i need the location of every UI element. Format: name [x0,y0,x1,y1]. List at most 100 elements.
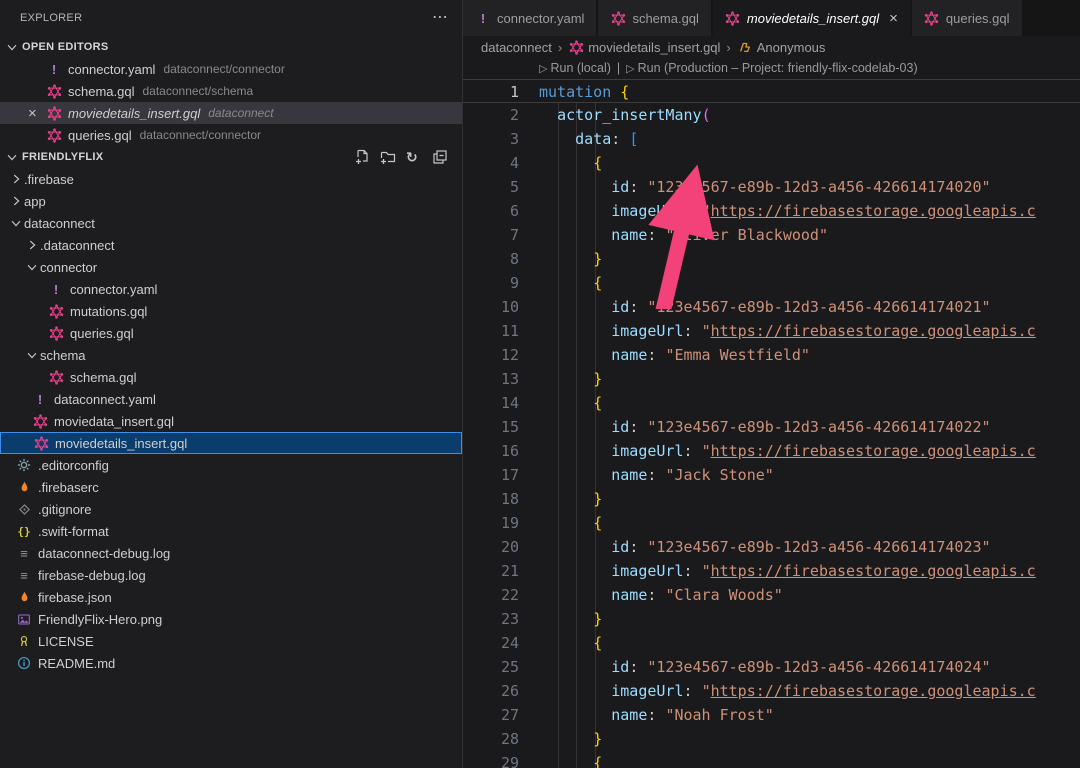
code-link[interactable]: https://firebasestorage.googleapis.c [711,322,1036,340]
tree-item[interactable]: FriendlyFlix-Hero.png [0,608,462,630]
tree-item-label: .dataconnect [40,238,114,253]
code-token [539,298,611,316]
new-file-icon[interactable] [354,149,370,165]
tree-item[interactable]: app [0,190,462,212]
tree-item[interactable]: schema [0,344,462,366]
tree-item[interactable]: .editorconfig [0,454,462,476]
tree-item[interactable]: schema.gql [0,366,462,388]
yaml-warning-icon: ! [46,61,62,77]
tab-moviedetails_insert.gql[interactable]: moviedetails_insert.gql× [713,0,912,36]
tree-item[interactable]: dataconnect [0,212,462,234]
tree-item-label: .swift-format [38,524,109,539]
close-icon[interactable]: × [889,10,898,27]
breadcrumb-separator: › [726,40,730,55]
code-token: } [593,610,602,628]
open-editor-item[interactable]: queries.gqldataconnect/connector [0,124,462,146]
code-token: " [702,202,711,220]
code-token: { [593,274,602,292]
tree-item-label: .firebase [24,172,74,187]
tree-item[interactable]: ≡dataconnect-debug.log [0,542,462,564]
code-token: id [611,538,629,556]
tab-schema.gql[interactable]: schema.gql [598,0,712,36]
tree-item[interactable]: mutations.gql [0,300,462,322]
tree-item-label: moviedetails_insert.gql [55,436,187,451]
tree-item[interactable]: .firebase [0,168,462,190]
code-editor[interactable]: ▷Run (local)|▷Run (Production – Project:… [463,58,1080,768]
workspace-header[interactable]: FRIENDLYFLIX ↻ [0,146,462,168]
code-link[interactable]: https://firebasestorage.googleapis.c [711,442,1036,460]
code-line-16: 16 imageUrl: "https://firebasestorage.go… [463,439,1080,463]
code-line-9: 9 { [463,271,1080,295]
open-editor-item[interactable]: !connector.yamldataconnect/connector [0,58,462,80]
collapse-all-icon[interactable] [432,149,448,165]
tree-item[interactable]: {}.swift-format [0,520,462,542]
codelens-label: Run (Production – Project: friendly-flix… [638,61,918,75]
code-token [539,250,593,268]
chevron-down-icon [8,215,24,231]
flame-icon [16,479,32,495]
gql-icon [48,325,64,341]
code-line-29: 29 { [463,751,1080,768]
tree-item[interactable]: ≡firebase-debug.log [0,564,462,586]
code-token: } [593,730,602,748]
open-editor-label: moviedetails_insert.gql [68,106,200,121]
tree-item[interactable]: moviedetails_insert.gql [0,432,462,454]
line-number: 8 [463,247,519,271]
line-text: imageUrl: "https://firebasestorage.googl… [519,439,1036,463]
code-token [539,658,611,676]
breadcrumb-item[interactable]: moviedetails_insert.gql [568,39,720,55]
code-line-8: 8 } [463,247,1080,271]
open-editors-header[interactable]: OPEN EDITORS [0,36,462,58]
breadcrumb-item[interactable]: dataconnect [481,40,552,55]
codelens-row: ▷Run (local)|▷Run (Production – Project:… [463,58,1080,79]
code-token: : [647,586,665,604]
tree-item[interactable]: !connector.yaml [0,278,462,300]
refresh-icon[interactable]: ↻ [406,149,422,165]
new-folder-icon[interactable] [380,149,396,165]
line-text: mutation { [519,80,629,102]
code-link[interactable]: https://firebasestorage.googleapis.c [711,202,1036,220]
open-editor-item[interactable]: schema.gqldataconnect/schema [0,80,462,102]
tree-item[interactable]: README.md [0,652,462,674]
line-text: { [519,511,602,535]
code-token: { [593,394,602,412]
tree-item[interactable]: .firebaserc [0,476,462,498]
tree-item-label: FriendlyFlix-Hero.png [38,612,162,627]
line-text: name: "Noah Frost" [519,703,774,727]
tree-item[interactable]: !dataconnect.yaml [0,388,462,410]
tree-item[interactable]: .gitignore [0,498,462,520]
code-token [539,394,593,412]
gear-icon [16,457,32,473]
code-token [611,83,620,101]
code-token: "123e4567-e89b-12d3-a456-426614174024" [647,658,990,676]
code-link[interactable]: https://firebasestorage.googleapis.c [711,562,1036,580]
chevron-right-icon [8,193,24,209]
info-icon [16,655,32,671]
code-token: : [684,562,702,580]
codelens-action[interactable]: ▷Run (Production – Project: friendly-fli… [626,61,917,75]
tree-item[interactable]: moviedata_insert.gql [0,410,462,432]
breadcrumb-item[interactable]: Anonymous [737,39,826,55]
code-line-11: 11 imageUrl: "https://firebasestorage.go… [463,319,1080,343]
code-token: id [611,658,629,676]
line-number: 14 [463,391,519,415]
tree-item[interactable]: LICENSE [0,630,462,652]
tree-item-label: README.md [38,656,115,671]
tree-item[interactable]: .dataconnect [0,234,462,256]
tree-item[interactable]: connector [0,256,462,278]
code-line-27: 27 name: "Noah Frost" [463,703,1080,727]
codelens-action[interactable]: ▷Run (local) [539,61,611,75]
close-icon[interactable]: × [28,105,46,122]
yaml-warning-icon: ! [475,10,491,26]
code-line-12: 12 name: "Emma Westfield" [463,343,1080,367]
tab-connector.yaml[interactable]: !connector.yaml [463,0,598,36]
tree-item[interactable]: firebase.json [0,586,462,608]
open-editor-item[interactable]: ×moviedetails_insert.gqldataconnect [0,102,462,124]
line-text: } [519,367,602,391]
tree-item-label: firebase.json [38,590,112,605]
more-actions-icon[interactable]: ⋯ [432,13,448,23]
chevron-down-icon [24,347,40,363]
code-link[interactable]: https://firebasestorage.googleapis.c [711,682,1036,700]
tab-queries.gql[interactable]: queries.gql [912,0,1024,36]
tree-item[interactable]: queries.gql [0,322,462,344]
